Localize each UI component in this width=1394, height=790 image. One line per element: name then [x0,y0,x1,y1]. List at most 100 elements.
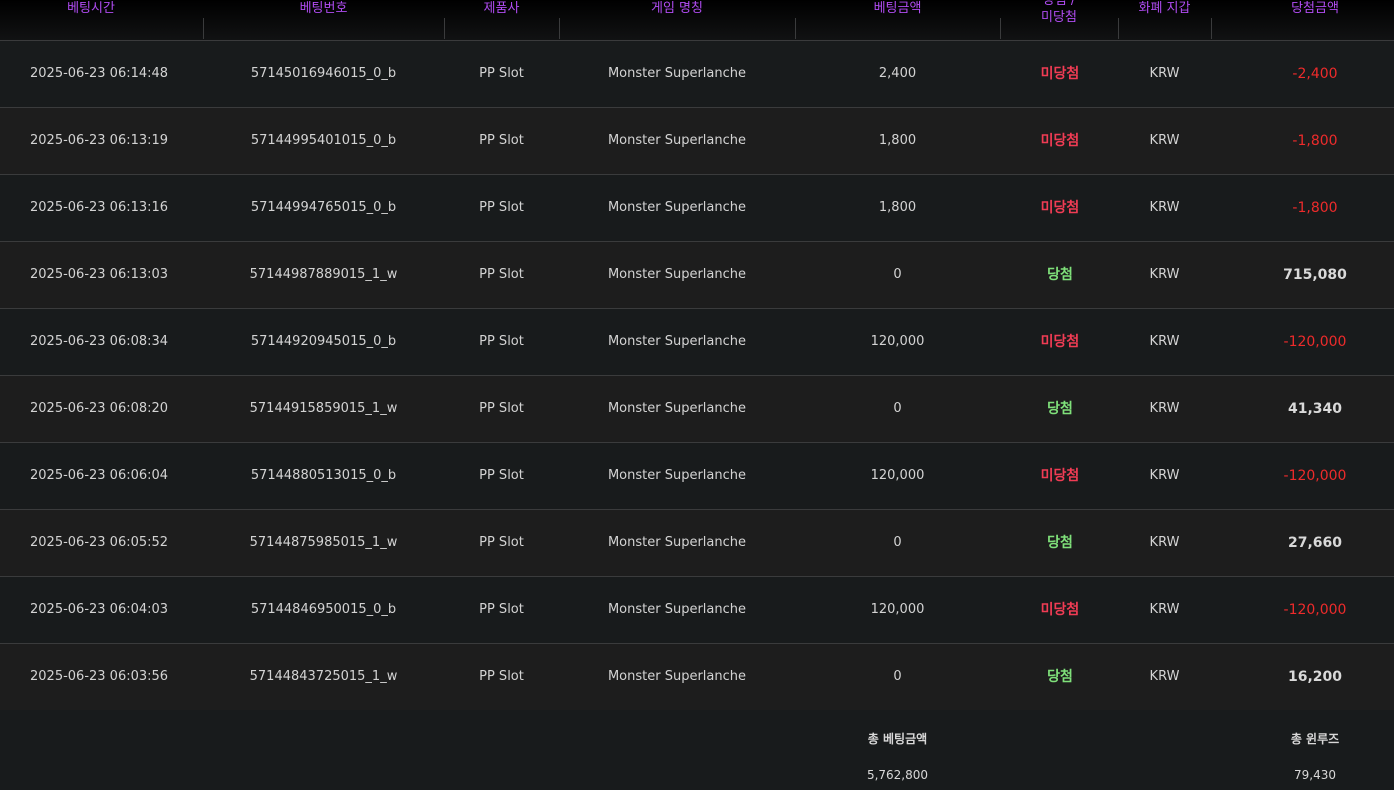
cell-bet-amount: 120,000 [870,602,925,617]
cell-provider: PP Slot [479,401,524,416]
header-divider [1118,18,1119,39]
cell-bet-time: 2025-06-23 06:05:52 [30,535,169,550]
cell-result-status: 미당첨 [1040,200,1080,216]
cell-currency: KRW [1149,66,1180,81]
header-bet-id-label: 베팅번호 [299,1,348,16]
cell-bet-id: 57144995401015_0_b [250,133,397,148]
cell-win-amount: -1,800 [1292,200,1338,216]
header-result-line1: 당첨 / [1042,0,1076,8]
cell-win-amount: -1,800 [1292,133,1338,149]
cell-game-name: Monster Superlanche [607,669,747,684]
table-row: 2025-06-23 06:13:03 57144987889015_1_w PP … [0,242,1394,309]
cell-game-name: Monster Superlanche [607,66,747,81]
cell-currency: KRW [1149,602,1180,617]
cell-currency: KRW [1149,334,1180,349]
cell-result-status: 당첨 [1047,535,1073,551]
cell-bet-id: 57144846950015_0_b [250,602,397,617]
cell-win-amount: -120,000 [1283,334,1347,350]
table-row: 2025-06-23 06:05:52 57144875985015_1_w PP … [0,510,1394,577]
cell-bet-time: 2025-06-23 06:08:34 [30,334,169,349]
cell-result-status: 당첨 [1047,401,1073,417]
table-row: 2025-06-23 06:03:56 57144843725015_1_w PP … [0,644,1394,711]
cell-currency: KRW [1149,535,1180,550]
cell-bet-id: 57144880513015_0_b [250,468,397,483]
cell-bet-amount: 120,000 [870,334,925,349]
cell-bet-id: 57145016946015_0_b [250,66,397,81]
cell-game-name: Monster Superlanche [607,200,747,215]
cell-win-amount: -2,400 [1292,66,1338,82]
cell-provider: PP Slot [479,535,524,550]
cell-bet-time: 2025-06-23 06:04:03 [30,602,169,617]
cell-bet-time: 2025-06-23 06:08:20 [30,401,169,416]
cell-game-name: Monster Superlanche [607,602,747,617]
cell-bet-id: 57144843725015_1_w [249,669,398,684]
cell-provider: PP Slot [479,267,524,282]
cell-currency: KRW [1149,669,1180,684]
cell-bet-time: 2025-06-23 06:13:03 [30,267,169,282]
cell-result-status: 미당첨 [1040,468,1080,484]
cell-bet-amount: 0 [893,669,902,684]
cell-bet-time: 2025-06-23 06:06:04 [30,468,169,483]
cell-currency: KRW [1149,133,1180,148]
header-bet-time-label: 베팅시간 [67,1,115,16]
cell-win-amount: 27,660 [1287,535,1343,551]
header-result-line2: 미당첨 [1041,10,1077,25]
cell-bet-time: 2025-06-23 06:13:16 [30,200,169,215]
header-divider [203,18,204,39]
cell-game-name: Monster Superlanche [607,334,747,349]
cell-provider: PP Slot [479,669,524,684]
cell-provider: PP Slot [479,602,524,617]
header-game-name-label: 게임 명칭 [651,1,703,16]
cell-bet-time: 2025-06-23 06:13:19 [30,133,169,148]
cell-currency: KRW [1149,401,1180,416]
header-divider [1000,18,1001,39]
cell-bet-amount: 2,400 [878,66,917,81]
header-provider: 제품사 [444,0,559,40]
cell-provider: PP Slot [479,66,524,81]
header-bet-amount-label: 베팅금액 [873,1,922,16]
table-row: 2025-06-23 06:13:16 57144994765015_0_b PP … [0,175,1394,242]
table-row: 2025-06-23 06:08:20 57144915859015_1_w PP … [0,376,1394,443]
cell-result-status: 당첨 [1047,669,1073,685]
total-bet-value: 5,762,800 [866,768,929,782]
cell-bet-amount: 0 [893,401,902,416]
header-win-amount-label: 당첨금액 [1291,1,1339,16]
header-divider [559,18,560,39]
cell-currency: KRW [1149,468,1180,483]
header-win-amount: 당첨금액 [1211,0,1394,40]
cell-bet-amount: 1,800 [878,200,917,215]
cell-currency: KRW [1149,267,1180,282]
header-divider [444,18,445,39]
header-provider-label: 제품사 [483,1,520,16]
cell-bet-amount: 0 [893,535,902,550]
cell-provider: PP Slot [479,334,524,349]
cell-game-name: Monster Superlanche [607,401,747,416]
table-row: 2025-06-23 06:08:34 57144920945015_0_b PP … [0,309,1394,376]
total-winloss-value: 79,430 [1294,768,1336,782]
table-row: 2025-06-23 06:06:04 57144880513015_0_b PP … [0,443,1394,510]
header-bet-time: 베팅시간 [0,0,182,40]
cell-result-status: 미당첨 [1040,66,1080,82]
cell-bet-id: 57144875985015_1_w [249,535,398,550]
cell-win-amount: -120,000 [1283,468,1347,484]
cell-bet-id: 57144915859015_1_w [249,401,398,416]
cell-result-status: 당첨 [1047,267,1073,283]
table-footer-totals: 총 베팅금액 5,762,800 총 윈루즈 79,430 [0,710,1394,790]
header-divider [1211,18,1212,39]
header-result: 당첨 / 미당첨 [1000,0,1118,40]
header-currency: 화폐 지갑 [1118,0,1211,40]
cell-result-status: 미당첨 [1040,602,1080,618]
cell-result-status: 미당첨 [1040,133,1080,149]
header-bet-id: 베팅번호 [203,0,444,40]
cell-bet-amount: 120,000 [870,468,925,483]
cell-game-name: Monster Superlanche [607,133,747,148]
cell-bet-id: 57144987889015_1_w [249,267,398,282]
cell-result-status: 미당첨 [1040,334,1080,350]
cell-bet-id: 57144920945015_0_b [250,334,397,349]
cell-currency: KRW [1149,200,1180,215]
cell-provider: PP Slot [479,133,524,148]
total-bet-label: 총 베팅금액 [867,732,928,746]
cell-bet-time: 2025-06-23 06:03:56 [30,669,169,684]
cell-win-amount: 16,200 [1287,669,1343,685]
cell-game-name: Monster Superlanche [607,267,747,282]
